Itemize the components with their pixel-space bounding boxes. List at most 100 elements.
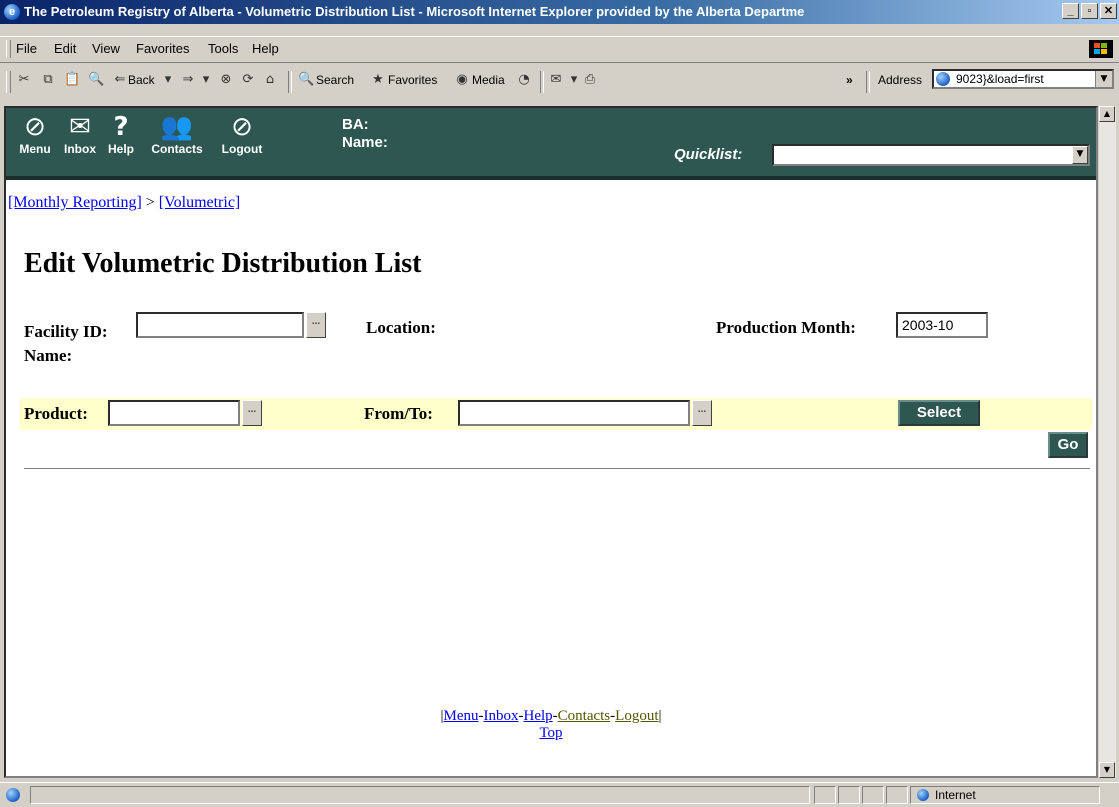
status-pane — [814, 786, 836, 804]
ie-logo-icon: e — [4, 4, 20, 20]
menu-favorites[interactable]: Favorites — [136, 41, 189, 56]
cut-icon[interactable]: ✂ — [16, 72, 32, 88]
address-value: 9023}&load=first — [956, 72, 1044, 86]
minimize-button[interactable]: _ — [1062, 3, 1079, 19]
breadcrumb: [Monthly Reporting] > [Volumetric] — [8, 194, 240, 212]
forward-icon[interactable]: ⇒ — [180, 72, 196, 88]
media-icon[interactable]: ◉ — [454, 72, 470, 88]
logout-icon: ⊘ — [231, 112, 253, 142]
page-icon — [936, 72, 950, 86]
facility-name-label: Name: — [24, 346, 73, 365]
toolbar: ✂ ⧉ 📋 🔍 ⇐ Back ▾ ⇒ ▾ ⊗ ⟳ ⌂ 🔍 Search ★ Fa… — [0, 62, 1119, 99]
print-icon[interactable]: ⎙ — [582, 72, 598, 88]
menu-tools[interactable]: Tools — [208, 41, 238, 56]
window-controls: _ ▫ ✕ — [1062, 3, 1117, 19]
back-dropdown-icon[interactable]: ▾ — [160, 72, 176, 88]
go-button[interactable]: Go — [1048, 432, 1088, 458]
footer-nav: |Menu-Inbox-Help-Contacts-Logout| Top — [6, 708, 1096, 742]
nav-logout[interactable]: ⊘ Logout — [214, 112, 270, 156]
mail-dropdown-icon[interactable]: ▾ — [566, 72, 582, 88]
product-lookup-button[interactable]: ... — [242, 400, 262, 426]
search-button[interactable]: Search — [316, 73, 354, 87]
nav-inbox[interactable]: ✉ Inbox — [60, 112, 100, 156]
favorites-button[interactable]: Favorites — [388, 73, 437, 87]
quicklist-select[interactable]: ▼ — [772, 144, 1090, 166]
footer-link-inbox[interactable]: Inbox — [483, 708, 518, 724]
production-month-input[interactable] — [896, 312, 988, 338]
print-preview-icon[interactable]: 🔍 — [88, 72, 104, 88]
nav-help[interactable]: ? Help — [102, 112, 140, 156]
status-pane — [838, 786, 860, 804]
paste-icon[interactable]: 📋 — [64, 72, 80, 88]
address-label: Address — [878, 73, 923, 87]
back-arrow-icon[interactable]: ⇐ — [112, 72, 128, 88]
footer-link-help[interactable]: Help — [523, 708, 552, 724]
product-input[interactable] — [108, 400, 240, 426]
nav-inbox-label: Inbox — [64, 142, 96, 156]
nav-contacts[interactable]: 👥 Contacts — [142, 112, 212, 156]
maximize-button[interactable]: ▫ — [1081, 3, 1098, 19]
toolbar-separator — [866, 71, 870, 93]
facility-lookup-button[interactable]: ... — [306, 312, 326, 338]
breadcrumb-monthly-reporting[interactable]: [Monthly Reporting] — [8, 194, 142, 211]
back-button[interactable]: Back — [128, 73, 155, 87]
stop-icon[interactable]: ⊗ — [218, 72, 234, 88]
help-icon: ? — [113, 112, 129, 142]
from-to-lookup-button[interactable]: ... — [692, 400, 712, 426]
menu-edit[interactable]: Edit — [54, 41, 76, 56]
window-title: The Petroleum Registry of Alberta - Volu… — [24, 4, 805, 19]
nav-contacts-label: Contacts — [151, 142, 203, 156]
production-month-label: Production Month: — [716, 318, 856, 337]
location-label: Location: — [366, 318, 436, 337]
from-to-input[interactable] — [458, 400, 690, 426]
ba-info: BA: Name: — [342, 116, 388, 152]
history-icon[interactable]: ◔ — [516, 72, 532, 88]
address-dropdown-icon[interactable]: ▼ — [1095, 71, 1112, 87]
breadcrumb-separator: > — [145, 194, 155, 211]
app-header: ⊘ Menu ✉ Inbox ? Help 👥 Contacts ⊘ Logou… — [6, 108, 1096, 180]
status-pane — [886, 786, 908, 804]
favorites-icon[interactable]: ★ — [370, 72, 386, 88]
address-bar[interactable]: 9023}&load=first ▼ — [932, 69, 1114, 89]
page-viewport: ⊘ Menu ✉ Inbox ? Help 👥 Contacts ⊘ Logou… — [4, 106, 1098, 778]
footer-link-menu[interactable]: Menu — [443, 708, 478, 724]
breadcrumb-volumetric[interactable]: [Volumetric] — [159, 194, 240, 211]
media-button[interactable]: Media — [472, 73, 505, 87]
quicklist-label: Quicklist: — [674, 146, 743, 163]
select-button[interactable]: Select — [898, 400, 980, 426]
name-label: Name: — [342, 134, 388, 151]
product-label: Product: — [24, 404, 88, 423]
facility-id-input[interactable] — [136, 312, 304, 338]
scroll-down-icon[interactable]: ▼ — [1099, 762, 1115, 778]
copy-icon[interactable]: ⧉ — [40, 72, 56, 88]
section-divider — [24, 468, 1090, 470]
close-button[interactable]: ✕ — [1100, 3, 1117, 19]
search-icon[interactable]: 🔍 — [298, 72, 314, 88]
nav-logout-label: Logout — [221, 142, 263, 156]
nav-help-label: Help — [107, 142, 134, 156]
window-title-bar: e The Petroleum Registry of Alberta - Vo… — [0, 0, 1119, 24]
menu-file[interactable]: File — [16, 41, 37, 56]
toolbar-grip — [6, 71, 11, 93]
zone-label: Internet — [935, 788, 976, 802]
menu-view[interactable]: View — [92, 41, 120, 56]
menu-icon: ⊘ — [24, 112, 46, 142]
chevron-down-icon[interactable]: ▼ — [1072, 146, 1088, 164]
home-icon[interactable]: ⌂ — [262, 72, 278, 88]
footer-link-contacts[interactable]: Contacts — [558, 708, 611, 724]
nav-menu[interactable]: ⊘ Menu — [12, 112, 58, 156]
footer-link-logout[interactable]: Logout — [615, 708, 658, 724]
nav-menu-label: Menu — [19, 142, 51, 156]
refresh-icon[interactable]: ⟳ — [240, 72, 256, 88]
menu-help[interactable]: Help — [252, 41, 279, 56]
scroll-up-icon[interactable]: ▲ — [1099, 106, 1115, 122]
toolbar-chevron[interactable]: » — [846, 73, 853, 87]
vertical-scrollbar[interactable]: ▲ ▼ — [1098, 106, 1116, 778]
footer-links: |Menu-Inbox-Help-Contacts-Logout| — [440, 708, 662, 724]
page-status-icon — [6, 788, 20, 802]
mail-icon[interactable]: ✉ — [548, 72, 564, 88]
windows-logo-icon — [1089, 40, 1113, 58]
facility-id-label: Facility ID: — [24, 322, 108, 341]
forward-dropdown-icon[interactable]: ▾ — [198, 72, 214, 88]
footer-link-top[interactable]: Top — [539, 725, 562, 741]
